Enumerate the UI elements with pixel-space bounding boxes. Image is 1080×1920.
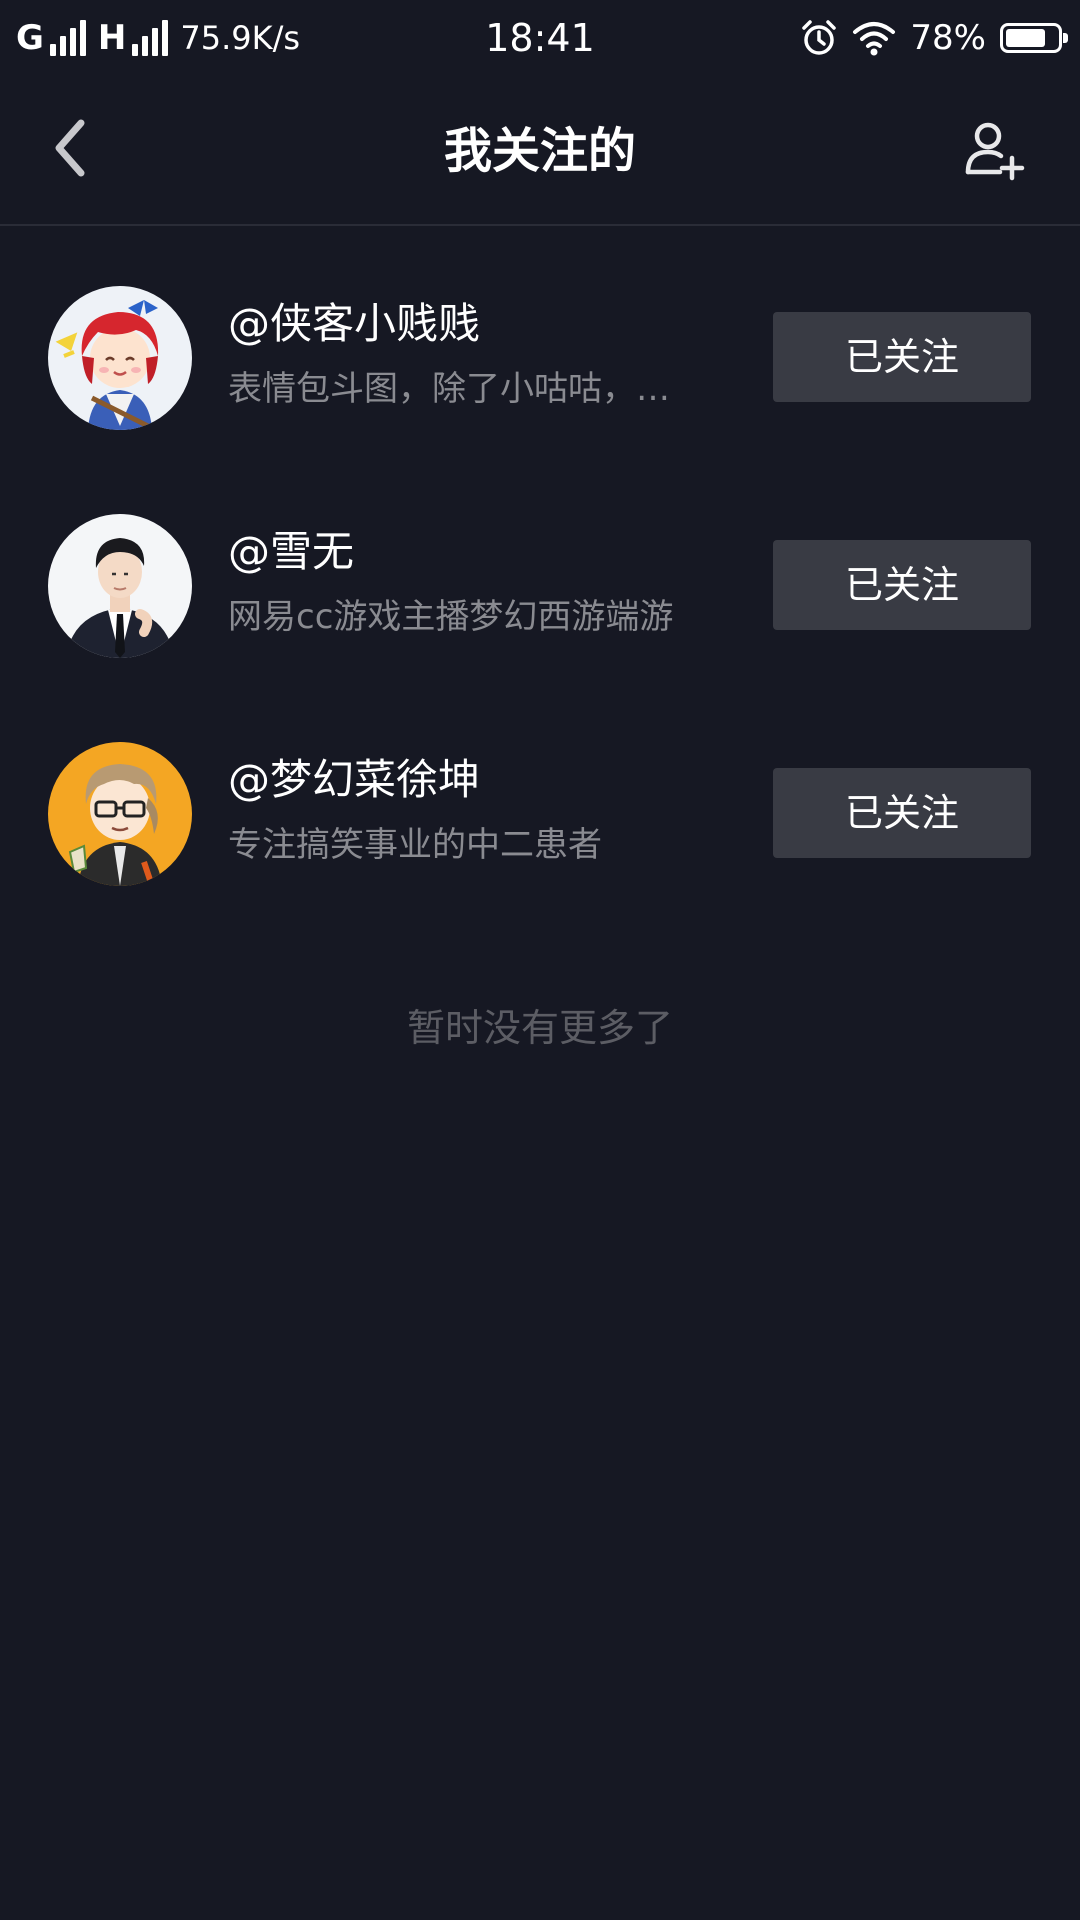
user-bio: 表情包斗图，除了小咕咕，…: [228, 369, 670, 409]
followed-button[interactable]: 已关注: [773, 540, 1031, 630]
man-in-suit-avatar-icon: [48, 514, 192, 658]
list-item[interactable]: @梦幻菜徐坤 专注搞笑事业的中二患者 已关注: [0, 742, 1080, 970]
nav-bar: 我关注的: [0, 76, 1080, 226]
wifi-icon: [852, 20, 896, 56]
user-name[interactable]: @梦幻菜徐坤: [228, 752, 480, 808]
avatar[interactable]: [48, 514, 192, 658]
list-item[interactable]: @雪无 网易cc游戏主播梦幻西游端游 已关注: [0, 514, 1080, 742]
list-item[interactable]: @侠客小贱贱 表情包斗图，除了小咕咕，… 已关注: [0, 286, 1080, 514]
avatar[interactable]: [48, 742, 192, 886]
alarm-icon: [800, 19, 838, 57]
avatar[interactable]: [48, 286, 192, 430]
user-name[interactable]: @侠客小贱贱: [228, 296, 480, 352]
battery-icon: [1000, 23, 1068, 53]
followed-button[interactable]: 已关注: [773, 312, 1031, 402]
user-name[interactable]: @雪无: [228, 524, 354, 580]
followed-button[interactable]: 已关注: [773, 768, 1031, 858]
page-title: 我关注的: [443, 123, 636, 179]
battery-level-fill: [1006, 29, 1045, 47]
user-bio: 网易cc游戏主播梦幻西游端游: [228, 597, 674, 637]
cartoon-glasses-avatar-icon: [48, 742, 192, 886]
battery-percent: 78%: [910, 18, 986, 58]
following-screen: G H 75.9K/s 18:41 78% 我关注的 @侠客小贱贱 表情包斗图，…: [0, 0, 1080, 1920]
anime-red-hair-avatar-icon: [48, 286, 192, 430]
add-user-icon: [965, 122, 1025, 181]
system-icons: 78%: [800, 14, 1068, 62]
user-bio: 专注搞笑事业的中二患者: [228, 825, 602, 865]
add-friend-button[interactable]: [950, 108, 1040, 198]
status-bar: G H 75.9K/s 18:41 78%: [0, 0, 1080, 76]
end-of-list-hint: 暂时没有更多了: [406, 1006, 673, 1050]
following-list: @侠客小贱贱 表情包斗图，除了小咕咕，… 已关注 @雪无 网易cc游戏主播梦幻西…: [0, 226, 1080, 970]
